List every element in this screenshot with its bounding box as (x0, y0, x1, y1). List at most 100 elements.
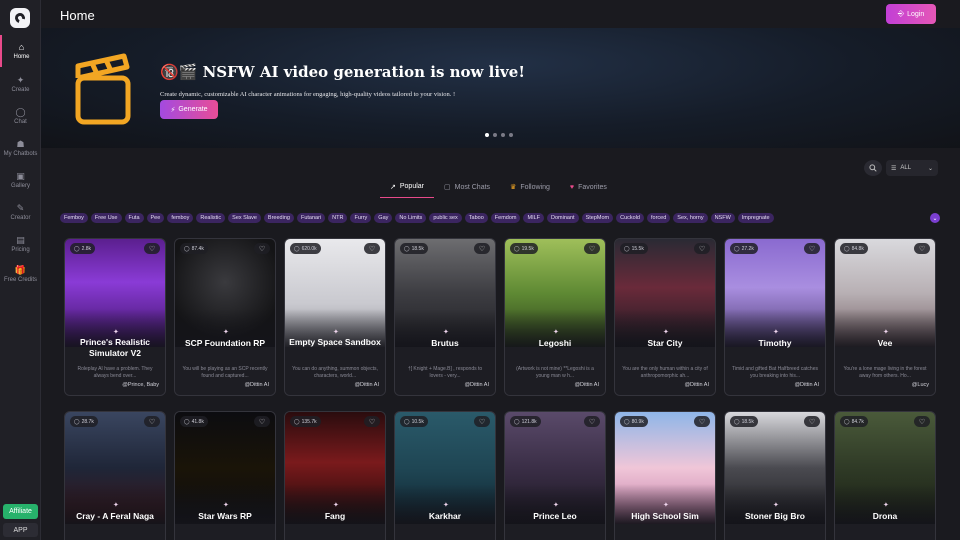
generate-button[interactable]: ⚡ Generate (160, 100, 218, 119)
favorite-button[interactable]: ♡ (144, 243, 160, 254)
tag-chip[interactable]: forced (646, 213, 671, 223)
favorite-button[interactable]: ♡ (694, 243, 710, 254)
character-card[interactable]: ◯ 10.5k ♡ ✦ Karkhar (394, 411, 496, 540)
favorite-button[interactable]: ♡ (364, 243, 380, 254)
favorite-button[interactable]: ♡ (144, 416, 160, 427)
favorite-button[interactable]: ♡ (474, 243, 490, 254)
sidebar-item-chat[interactable]: ◯ Chat (0, 100, 41, 132)
tag-chip[interactable]: Pee (146, 213, 165, 223)
character-author[interactable]: @Lucy (912, 382, 929, 388)
tag-chip[interactable]: No Limits (395, 213, 427, 223)
chat-count-badge: ◯ 27.2k (730, 243, 758, 254)
tag-chip[interactable]: Femdom (490, 213, 521, 223)
character-card[interactable]: ◯ 41.8k ♡ ✦ Star Wars RP (174, 411, 276, 540)
character-author[interactable]: @Dittin AI (794, 382, 819, 388)
affiliate-button[interactable]: Affiliate (3, 504, 38, 519)
chat-count: 41.8k (191, 418, 204, 425)
search-button[interactable] (864, 160, 882, 176)
character-card[interactable]: ◯ 84.7k ♡ ✦ Drona (834, 411, 936, 540)
tag-chip[interactable]: Cuckold (616, 213, 644, 223)
character-author[interactable]: @Dittin AI (464, 382, 489, 388)
sidebar-item-gallery[interactable]: ▣ Gallery (0, 164, 41, 196)
favorite-button[interactable]: ♡ (804, 416, 820, 427)
character-card[interactable]: ◯ 121.8k ♡ ✦ Prince Leo (504, 411, 606, 540)
tags-expand-button[interactable]: ⌄ (930, 213, 940, 223)
favorite-button[interactable]: ♡ (364, 416, 380, 427)
carousel-dot[interactable] (493, 133, 497, 137)
sidebar-item-free-credits[interactable]: 🎁 Free Credits (0, 258, 41, 290)
character-card[interactable]: ◯ 18.5k ♡ ✦ Stoner Big Bro (724, 411, 826, 540)
carousel-dot[interactable] (501, 133, 505, 137)
character-author[interactable]: @Dittin AI (354, 382, 379, 388)
character-card[interactable]: ◯ 18.5k ♡ ✦ Brutus †[ Knight + Mage.B] , resp… (394, 238, 496, 396)
tag-chip[interactable]: Free Use (90, 213, 122, 223)
tab-most-chats[interactable]: ▢ Most Chats (434, 176, 500, 198)
favorite-button[interactable]: ♡ (914, 416, 930, 427)
sidebar-item-creator[interactable]: ✎ Creator (0, 196, 41, 228)
character-card[interactable]: ◯ 15.5k ♡ ✦ Star City You are the only human … (614, 238, 716, 396)
favorite-button[interactable]: ♡ (914, 243, 930, 254)
tag-chip[interactable]: NTR (328, 213, 348, 223)
tag-chip[interactable]: Breeding (263, 213, 294, 223)
tag-chip[interactable]: Dominant (547, 213, 579, 223)
tag-chip[interactable]: Sex, horny (673, 213, 708, 223)
tag-chip[interactable]: MILF (523, 213, 545, 223)
tag-chip[interactable]: Furry (350, 213, 372, 223)
favorite-button[interactable]: ♡ (474, 416, 490, 427)
sidebar-item-home[interactable]: ⌂ Home (0, 35, 41, 67)
character-author[interactable]: @Dittin AI (244, 382, 269, 388)
character-author[interactable]: @Dittin AI (574, 382, 599, 388)
chat-bubble-icon: ◯ (74, 245, 80, 252)
chat-count: 28.7k (81, 418, 94, 425)
chat-bubble-icon: ◯ (294, 245, 300, 252)
tag-chip[interactable]: Futanari (296, 213, 326, 223)
character-card[interactable]: ◯ 27.2k ♡ ✦ Timothy Timid and gifted Bat Half… (724, 238, 826, 396)
app-logo[interactable] (10, 8, 30, 28)
tag-chip[interactable]: Gay (374, 213, 393, 223)
tab-favorites[interactable]: ♥ Favorites (560, 176, 617, 198)
character-description: †[ Knight + Mage.B] , responds to lovers… (407, 366, 483, 379)
character-name: Karkhar (428, 511, 462, 521)
character-card[interactable]: ◯ 84.8k ♡ ✦ Vee You're a lone mage living in … (834, 238, 936, 396)
tag-chip[interactable]: public sex (429, 213, 462, 223)
tag-chip[interactable]: Realistic (196, 213, 226, 223)
tag-chip[interactable]: StepMom (581, 213, 614, 223)
tag-chip[interactable]: Femboy (60, 213, 88, 223)
character-author[interactable]: @Dittin AI (684, 382, 709, 388)
login-button[interactable]: ⎆ Login (886, 4, 936, 24)
tab-popular[interactable]: ↗ Popular (380, 176, 435, 198)
character-card[interactable]: ◯ 135.7k ♡ ✦ Fang (284, 411, 386, 540)
carousel-dot[interactable] (509, 133, 513, 137)
sidebar-item-create[interactable]: ✦ Create (0, 68, 41, 100)
tab-following[interactable]: ♛ Following (500, 176, 560, 198)
category-filter-select[interactable]: ☰ ALL ⌄ (886, 160, 938, 176)
character-card[interactable]: ◯ 2.8k ♡ ✦ Prince's Realistic Simulator V2 Ro… (64, 238, 166, 396)
sparkle-icon: ✦ (333, 502, 339, 509)
favorite-button[interactable]: ♡ (584, 416, 600, 427)
tag-chip[interactable]: NSFW (710, 213, 735, 223)
sidebar-item-pricing[interactable]: ▤ Pricing (0, 228, 41, 260)
sparkle-icon: ✦ (663, 329, 669, 336)
character-card[interactable]: ◯ 87.4k ♡ ✦ SCP Foundation RP You will be pla… (174, 238, 276, 396)
promo-banner[interactable] (41, 28, 960, 148)
favorite-button[interactable]: ♡ (254, 243, 270, 254)
tag-chip[interactable]: Taboo (464, 213, 488, 223)
favorite-button[interactable]: ♡ (804, 243, 820, 254)
character-card[interactable]: ◯ 620.0k ♡ ✦ Empty Space Sandbox You can do a… (284, 238, 386, 396)
character-card[interactable]: ◯ 80.9k ♡ ✦ High School Sim (614, 411, 716, 540)
tag-chip[interactable]: Impregnate (737, 213, 774, 223)
app-button[interactable]: APP (3, 523, 38, 537)
favorite-button[interactable]: ♡ (694, 416, 710, 427)
tag-chip[interactable]: Futa (124, 213, 144, 223)
favorite-button[interactable]: ♡ (254, 416, 270, 427)
character-card[interactable]: ◯ 28.7k ♡ ✦ Cray - A Feral Naga (64, 411, 166, 540)
favorite-button[interactable]: ♡ (584, 243, 600, 254)
chat-bubble-icon: ◯ (404, 245, 410, 252)
character-card[interactable]: ◯ 19.5k ♡ ✦ Legoshi (Artwork is not mine) **L… (504, 238, 606, 396)
tag-chip[interactable]: Sex Slave (228, 213, 261, 223)
chat-count: 10.5k (411, 418, 424, 425)
character-author[interactable]: @Prince, Baby (122, 382, 159, 388)
sidebar-item-my-chatbots[interactable]: ☗ My Chatbots (0, 132, 41, 164)
tag-chip[interactable]: femboy (167, 213, 194, 223)
carousel-dot[interactable] (485, 133, 489, 137)
